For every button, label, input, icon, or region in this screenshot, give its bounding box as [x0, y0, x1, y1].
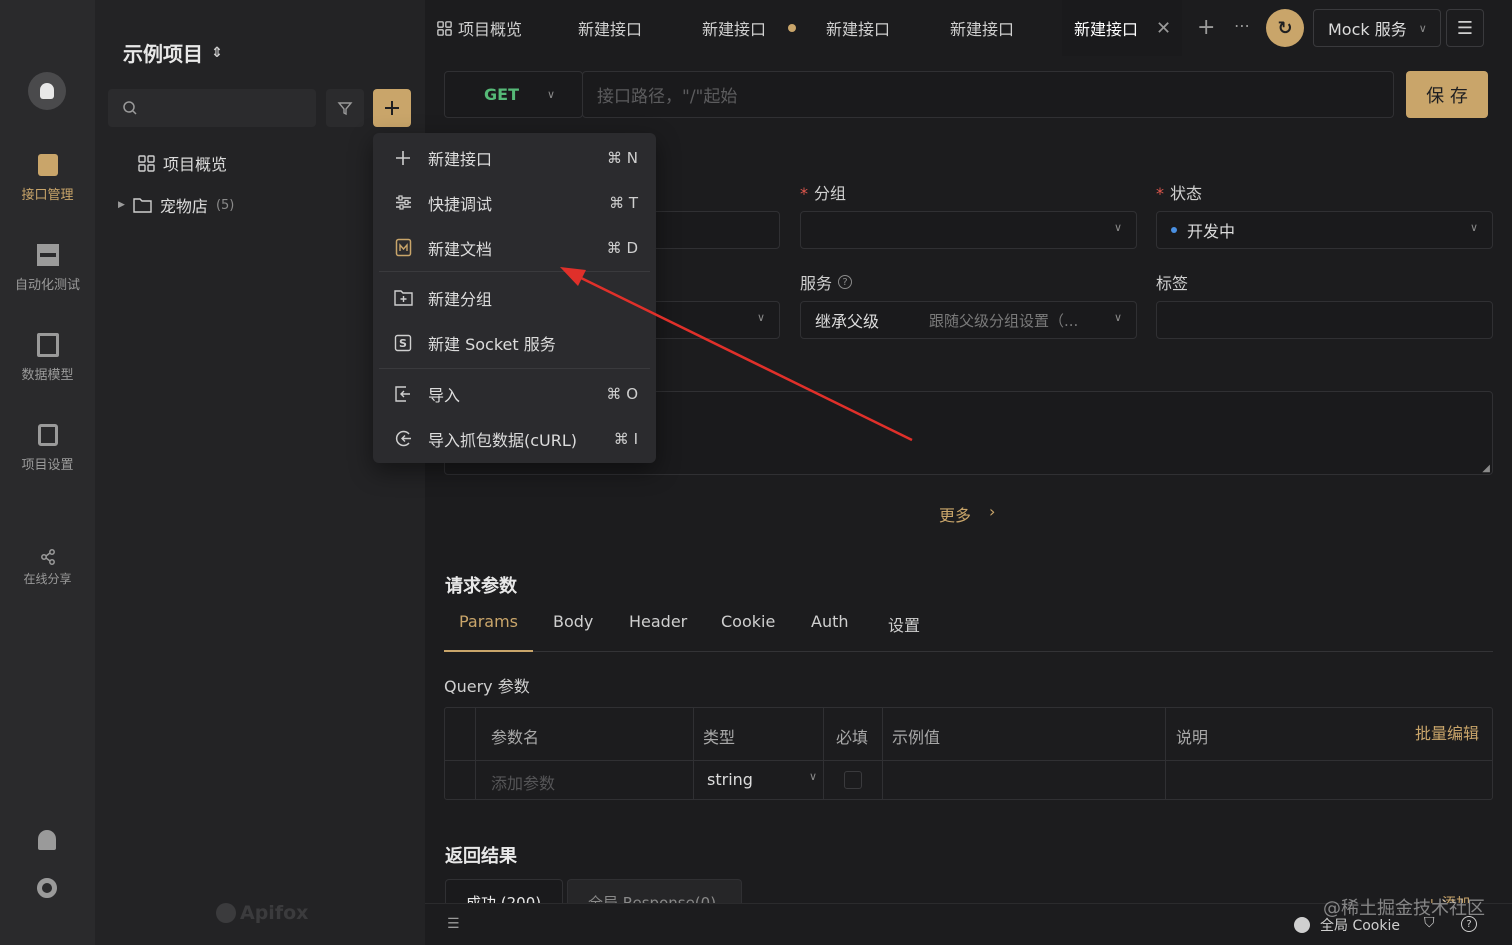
annotation-arrow: [560, 267, 913, 442]
arrow-line: [574, 273, 913, 442]
arrow-head: [560, 267, 586, 286]
